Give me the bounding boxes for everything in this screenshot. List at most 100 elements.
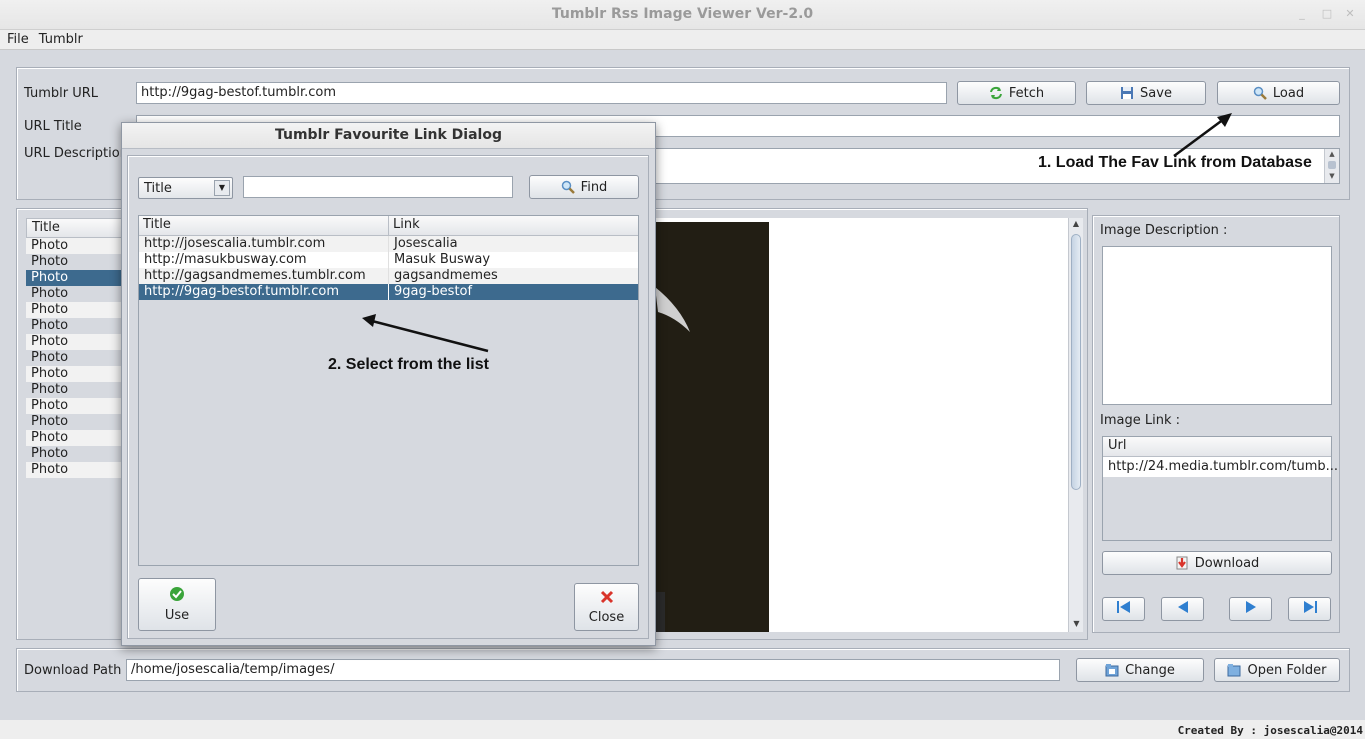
magnifier-icon [561,180,575,194]
photo-list-row[interactable]: Photo [26,398,126,414]
menu-file[interactable]: File [0,30,32,49]
photo-list-row[interactable]: Photo [26,446,126,462]
load-button[interactable]: Load [1217,81,1340,105]
menu-tumblr[interactable]: Tumblr [32,30,86,49]
image-url-row[interactable]: http://24.media.tumblr.com/tumb... [1103,457,1338,477]
url-description-label: URL Description [24,146,128,161]
photo-list-row[interactable]: Photo [26,318,126,334]
photo-list-row[interactable]: Photo [26,286,126,302]
favourite-title-cell: http://9gag-bestof.tumblr.com [139,284,389,300]
column-link-header: Link [393,217,420,232]
minimize-icon[interactable]: _ [1295,7,1309,21]
favourite-title-cell: http://gagsandmemes.tumblr.com [139,268,389,284]
download-path-input[interactable]: /home/josescalia/temp/images/ [126,659,1060,681]
magnifier-icon [1253,86,1267,100]
description-scrollbar[interactable]: ▲ ▼ [1324,149,1339,183]
photo-list-row[interactable]: Photo [26,254,126,270]
url-title-label: URL Title [24,119,82,134]
combo-value: Title [144,181,172,196]
download-icon [1175,556,1189,570]
url-column-header: Url [1103,437,1331,457]
use-label: Use [164,608,190,623]
search-field-combo[interactable]: Title ▼ [138,177,233,199]
window-title: Tumblr Rss Image Viewer Ver-2.0 [551,6,814,22]
download-path-label: Download Path [24,663,122,678]
close-button[interactable]: Close [574,583,639,631]
dialog-search-input[interactable] [243,176,513,198]
open-folder-label: Open Folder [1247,662,1327,678]
photo-image [640,222,769,632]
load-label: Load [1272,85,1305,101]
fetch-button[interactable]: Fetch [957,81,1076,105]
download-label: Download [1194,555,1260,571]
save-button[interactable]: Save [1086,81,1206,105]
favourite-link-row[interactable]: http://josescalia.tumblr.com Josescalia [139,236,638,252]
favourite-title-cell: http://josescalia.tumblr.com [139,236,389,252]
checkmark-icon [169,586,185,606]
download-button[interactable]: Download [1102,551,1332,575]
favourite-link-row[interactable]: http://gagsandmemes.tumblr.com gagsandmem… [139,268,638,284]
next-icon [1244,600,1258,618]
photo-list-row[interactable]: Photo [26,382,126,398]
skip-last-icon [1301,600,1319,618]
image-link-table: Url http://24.media.tumblr.com/tumb... [1102,436,1338,541]
photo-list-row[interactable]: Photo [26,334,126,350]
favourite-link-cell: Masuk Busway [394,252,491,267]
folder-icon [1227,663,1241,677]
skip-first-icon [1115,600,1133,618]
fetch-label: Fetch [1008,85,1045,101]
photo-list-row[interactable]: Photo [26,350,126,366]
photo-list-row[interactable]: Photo [26,302,126,318]
first-image-button[interactable] [1102,597,1145,621]
open-folder-button[interactable]: Open Folder [1214,658,1340,682]
image-description-area[interactable] [1102,246,1332,405]
favourite-title-cell: http://masukbusway.com [139,252,389,268]
favourite-links-table: Title Link http://josescalia.tumblr.com J… [138,215,639,566]
favourite-link-row[interactable]: http://9gag-bestof.tumblr.com 9gag-bestof [139,284,638,300]
column-title-header: Title [139,216,389,235]
window-titlebar: Tumblr Rss Image Viewer Ver-2.0 _ □ ✕ [0,0,1365,30]
photo-list-header: Title [26,218,126,238]
annotation-step2: 2. Select from the list [328,356,489,373]
status-bar: Created By : josescalia@2014 [0,720,1365,739]
favourite-link-cell: 9gag-bestof [394,284,473,299]
chevron-down-icon[interactable]: ▼ [214,180,230,196]
viewer-scrollbar[interactable]: ▲ ▼ [1068,218,1083,632]
save-label: Save [1140,85,1172,101]
url-label: Tumblr URL [24,86,99,101]
last-image-button[interactable] [1288,597,1331,621]
annotation-arrow-1 [1173,113,1232,158]
menu-bar: File Tumblr [0,30,1365,50]
credit-text: Created By : josescalia@2014 [1177,724,1363,737]
floppy-icon [1120,86,1134,100]
favourite-link-dialog: Tumblr Favourite Link Dialog Title ▼ Fin… [121,122,656,646]
photo-list-row[interactable]: Photo [26,430,126,446]
favourite-link-cell: Josescalia [394,236,458,251]
photo-list: Title Photo Photo Photo Photo Photo Photo Phot… [26,218,126,632]
url-input[interactable]: http://9gag-bestof.tumblr.com [136,82,947,104]
close-label: Close [588,609,625,625]
find-label: Find [580,179,608,195]
photo-list-row[interactable]: Photo [26,462,126,478]
refresh-icon [989,86,1003,100]
use-button[interactable]: Use [138,578,216,631]
image-link-label: Image Link : [1100,413,1180,428]
favourite-link-row[interactable]: http://masukbusway.com Masuk Busway [139,252,638,268]
maximize-icon[interactable]: □ [1320,7,1334,21]
annotation-arrow-2 [362,314,489,353]
change-button[interactable]: Change [1076,658,1204,682]
next-image-button[interactable] [1229,597,1272,621]
photo-list-row[interactable]: Photo [26,366,126,382]
previous-image-button[interactable] [1161,597,1204,621]
close-window-icon[interactable]: ✕ [1343,7,1357,21]
favourite-link-cell: gagsandmemes [394,268,498,283]
photo-list-row[interactable]: Photo [26,238,126,254]
change-label: Change [1125,662,1175,678]
dialog-title: Tumblr Favourite Link Dialog [122,123,655,149]
viewer-scroll-thumb[interactable] [1071,234,1081,490]
photo-list-row[interactable]: Photo [26,414,126,430]
photo-list-row[interactable]: Photo [26,270,126,286]
find-button[interactable]: Find [529,175,639,199]
image-description-label: Image Description : [1100,223,1228,238]
previous-icon [1176,600,1190,618]
